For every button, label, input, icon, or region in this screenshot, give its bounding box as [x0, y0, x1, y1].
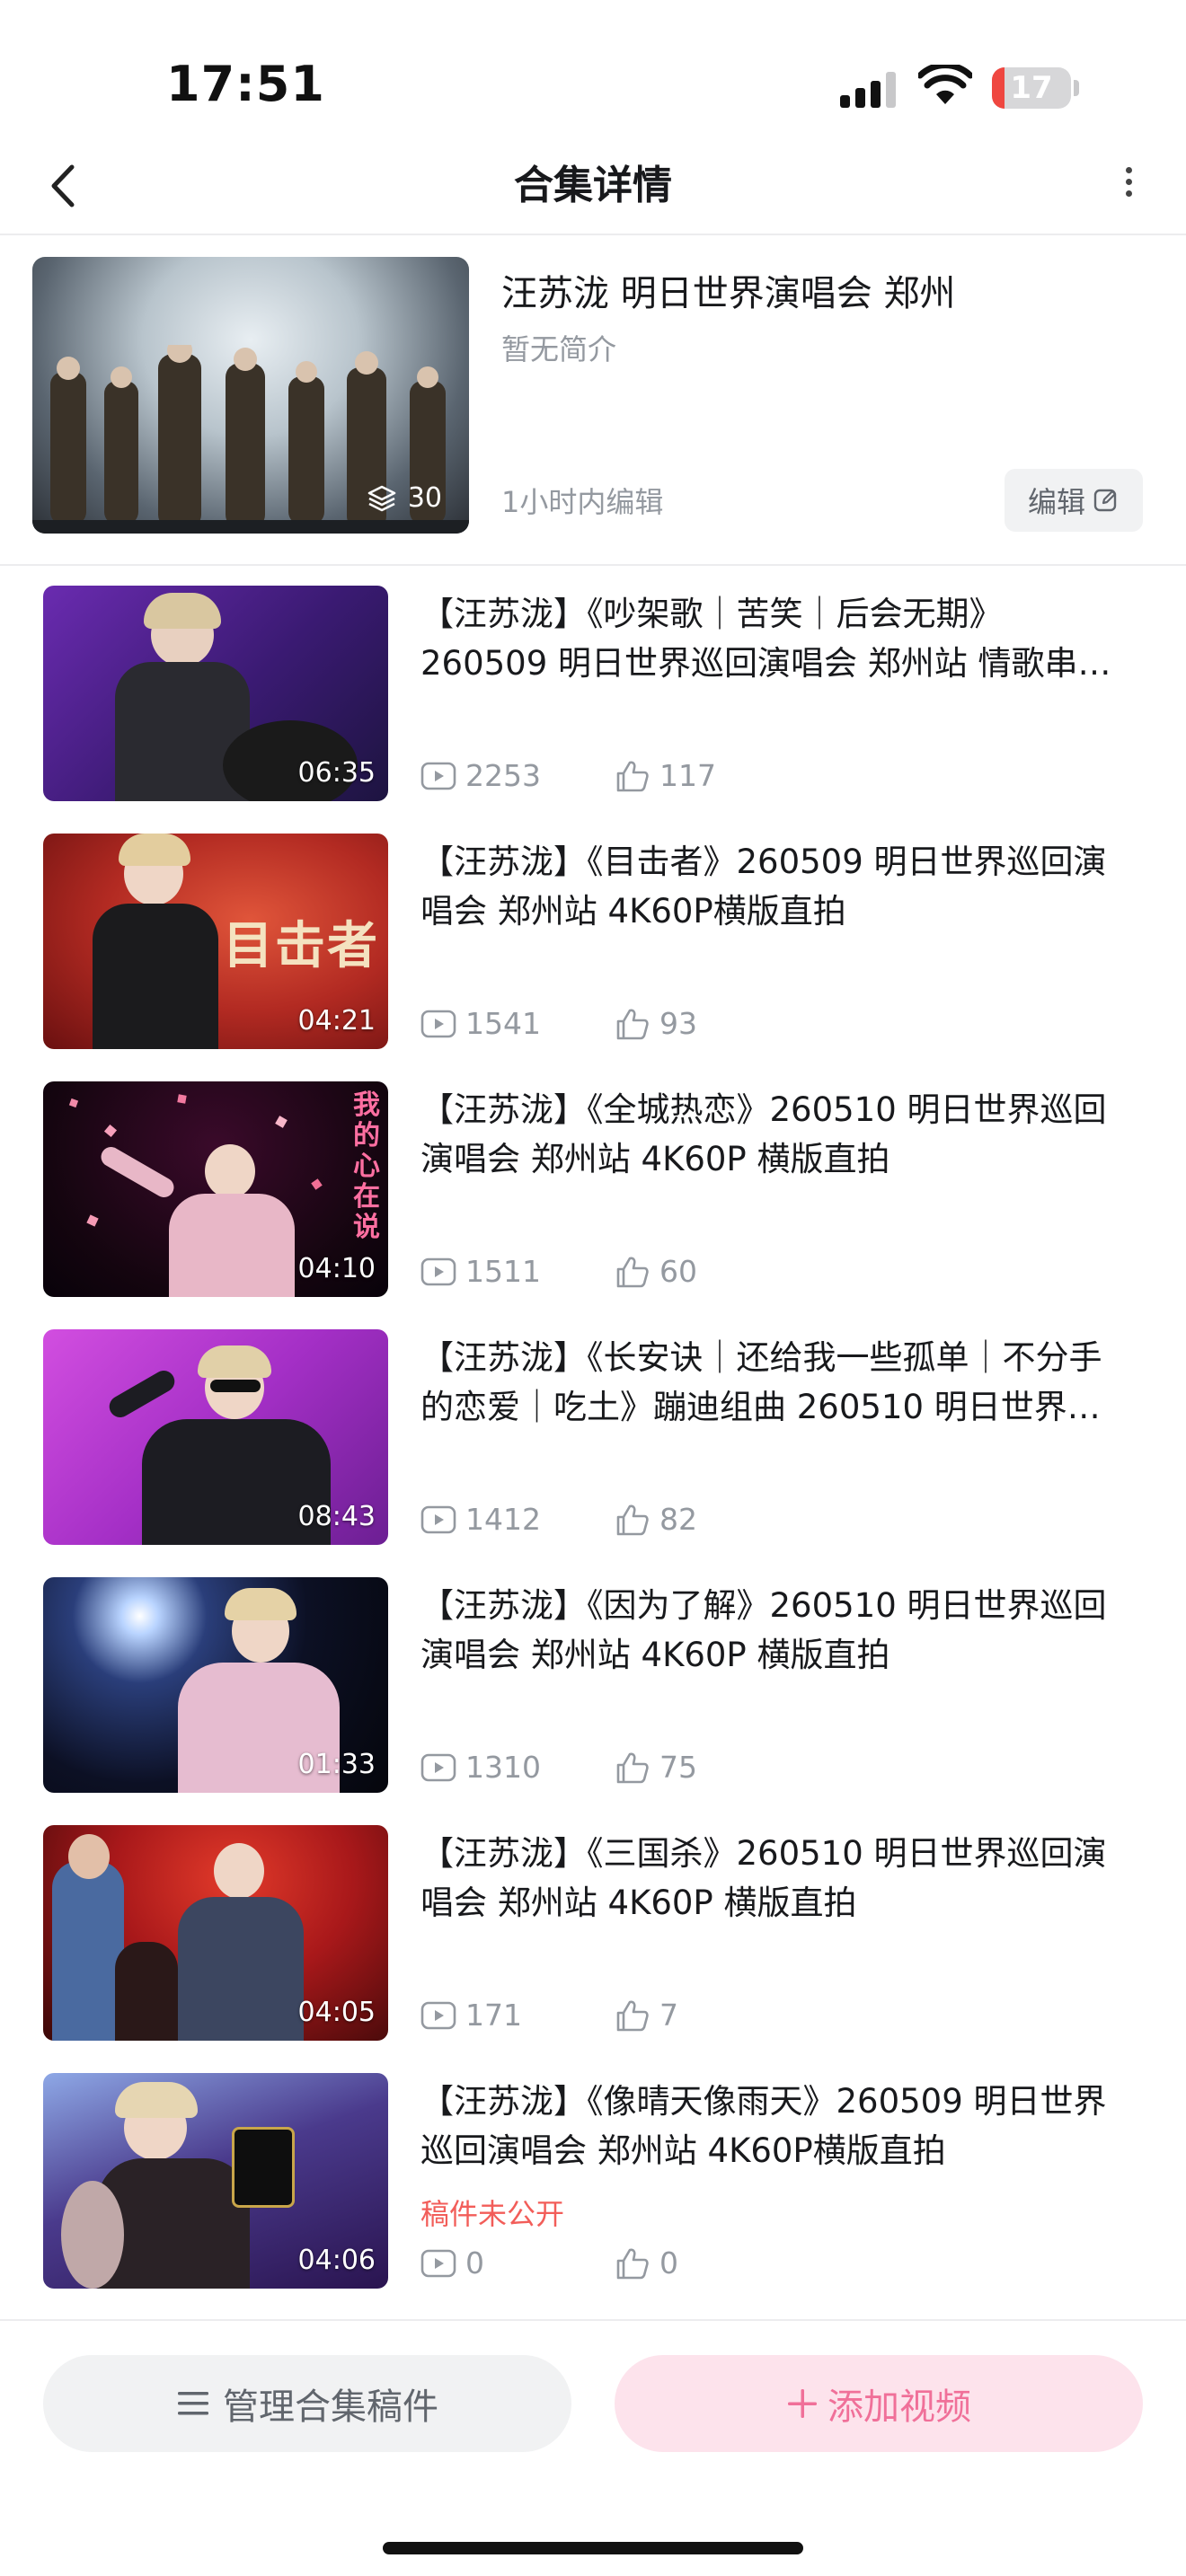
play-count: 171 [465, 1998, 522, 2033]
video-title[interactable]: 【汪苏泷】《长安诀｜还给我一些孤单｜不分手的恋爱｜吃土》蹦迪组曲 260510 … [420, 1333, 1112, 1432]
video-duration: 04:21 [297, 1005, 376, 1037]
list-item[interactable]: 01:33 【汪苏泷】《因为了解》260510 明日世界巡回演唱会 郑州站 4K… [0, 1577, 1186, 1825]
video-thumbnail[interactable]: 06:35 [43, 586, 388, 801]
more-options-icon[interactable] [1111, 162, 1146, 212]
like-thumb-icon [616, 1504, 649, 1535]
layers-icon [367, 485, 396, 511]
video-title[interactable]: 【汪苏泷】《因为了解》260510 明日世界巡回演唱会 郑州站 4K60P 横版… [420, 1581, 1112, 1680]
like-thumb-icon [616, 761, 649, 791]
collection-count-value: 30 [407, 482, 442, 514]
video-title[interactable]: 【汪苏泷】《全城热恋》260510 明日世界巡回演唱会 郑州站 4K60P 横版… [420, 1085, 1112, 1184]
video-duration: 06:35 [297, 757, 376, 789]
video-duration: 04:10 [297, 1253, 376, 1284]
play-count-icon [420, 1257, 456, 1285]
video-duration: 04:05 [297, 1997, 376, 2028]
wifi-icon [918, 65, 972, 104]
like-count: 60 [659, 1254, 697, 1289]
plus-icon [788, 2389, 817, 2418]
play-count-icon [420, 2249, 456, 2277]
collection-count: 30 [367, 482, 442, 514]
thumbnail-overlay-text: 目击者 [223, 916, 379, 975]
video-thumbnail[interactable]: 08:43 [43, 1329, 388, 1545]
collection-header: 30 汪苏泷 明日世界演唱会 郑州 暂无简介 1小时内编辑 编辑 [0, 237, 1186, 566]
video-title[interactable]: 【汪苏泷】《三国杀》260510 明日世界巡回演唱会 郑州站 4K60P 横版直… [420, 1829, 1112, 1928]
collection-description: 暂无简介 [501, 332, 617, 366]
video-thumbnail[interactable]: 01:33 [43, 1577, 388, 1793]
edit-pencil-icon [1093, 489, 1117, 512]
play-count: 0 [465, 2245, 484, 2280]
play-count: 1412 [465, 1502, 541, 1537]
video-stats: 0 0 [420, 2245, 809, 2280]
collection-cover-image[interactable]: 30 [32, 257, 469, 534]
video-thumbnail[interactable]: 我的心在说 04:10 [43, 1081, 388, 1297]
like-count: 82 [659, 1502, 697, 1537]
play-count-icon [420, 1010, 456, 1037]
manage-collection-button[interactable]: 管理合集稿件 [43, 2355, 571, 2452]
battery-tip [1074, 80, 1079, 96]
play-count: 2253 [465, 758, 541, 793]
list-item[interactable]: 04:05 【汪苏泷】《三国杀》260510 明日世界巡回演唱会 郑州站 4K6… [0, 1825, 1186, 2073]
play-count-icon [420, 1505, 456, 1533]
status-bar: 17:51 17 [0, 0, 1186, 135]
home-indicator[interactable] [383, 2542, 803, 2554]
play-count: 1511 [465, 1254, 541, 1289]
video-duration: 01:33 [297, 1749, 376, 1780]
like-count: 0 [659, 2245, 678, 2280]
add-video-button[interactable]: 添加视频 [615, 2355, 1143, 2452]
like-count: 7 [659, 1998, 678, 2033]
video-stats: 1310 75 [420, 1750, 809, 1785]
video-stats: 171 7 [420, 1998, 809, 2033]
video-title[interactable]: 【汪苏泷】《像晴天像雨天》260509 明日世界巡回演唱会 郑州站 4K60P横… [420, 2077, 1112, 2175]
list-item[interactable]: 06:35 【汪苏泷】《吵架歌｜苦笑｜后会无期》260509 明日世界巡回演唱会… [0, 586, 1186, 834]
like-thumb-icon [616, 1257, 649, 1287]
video-duration: 08:43 [297, 1501, 376, 1532]
like-count: 75 [659, 1750, 697, 1785]
status-time: 17:51 [166, 56, 325, 112]
like-count: 93 [659, 1006, 697, 1041]
play-count-icon [420, 2001, 456, 2029]
video-thumbnail[interactable]: 04:05 [43, 1825, 388, 2041]
video-stats: 1412 82 [420, 1502, 809, 1537]
collection-edited-time: 1小时内编辑 [501, 485, 664, 519]
video-duration: 04:06 [297, 2245, 376, 2276]
unpublished-status: 稿件未公开 [420, 2197, 565, 2231]
play-count: 1310 [465, 1750, 541, 1785]
play-count: 1541 [465, 1006, 541, 1041]
list-menu-icon [178, 2392, 208, 2415]
play-count-icon [420, 762, 456, 790]
list-item[interactable]: 我的心在说 04:10 【汪苏泷】《全城热恋》260510 明日世界巡回演唱会 … [0, 1081, 1186, 1329]
video-title[interactable]: 【汪苏泷】《目击者》260509 明日世界巡回演唱会 郑州站 4K60P横版直拍 [420, 837, 1112, 936]
like-thumb-icon [616, 2248, 649, 2279]
collection-title: 汪苏泷 明日世界演唱会 郑州 [501, 273, 956, 314]
video-stats: 1541 93 [420, 1006, 809, 1041]
navigation-bar: 合集详情 [0, 135, 1186, 235]
edit-button-label: 编辑 [1027, 485, 1085, 519]
video-stats: 1511 60 [420, 1254, 809, 1289]
list-item[interactable]: 08:43 【汪苏泷】《长安诀｜还给我一些孤单｜不分手的恋爱｜吃土》蹦迪组曲 2… [0, 1329, 1186, 1577]
add-video-label: 添加视频 [828, 2386, 971, 2428]
like-thumb-icon [616, 1752, 649, 1783]
video-thumbnail[interactable]: 04:06 [43, 2073, 388, 2289]
battery-icon: 17 [992, 67, 1071, 109]
video-list: 06:35 【汪苏泷】《吵架歌｜苦笑｜后会无期》260509 明日世界巡回演唱会… [0, 586, 1186, 2321]
video-thumbnail[interactable]: 目击者 04:21 [43, 834, 388, 1049]
page-title: 合集详情 [514, 163, 672, 208]
video-stats: 2253 117 [420, 758, 809, 793]
video-title[interactable]: 【汪苏泷】《吵架歌｜苦笑｜后会无期》260509 明日世界巡回演唱会 郑州站 情… [420, 589, 1112, 688]
play-count-icon [420, 1753, 456, 1781]
like-thumb-icon [616, 1009, 649, 1039]
edit-button[interactable]: 编辑 [1005, 469, 1143, 532]
battery-level: 17 [1010, 70, 1053, 106]
like-count: 117 [659, 758, 716, 793]
cellular-signal-icon [840, 72, 898, 108]
list-item[interactable]: 04:06 【汪苏泷】《像晴天像雨天》260509 明日世界巡回演唱会 郑州站 … [0, 2073, 1186, 2321]
manage-collection-label: 管理合集稿件 [223, 2386, 438, 2428]
bottom-action-bar: 管理合集稿件 添加视频 [0, 2319, 1186, 2576]
list-item[interactable]: 目击者 04:21 【汪苏泷】《目击者》260509 明日世界巡回演唱会 郑州站… [0, 834, 1186, 1081]
like-thumb-icon [616, 2000, 649, 2031]
